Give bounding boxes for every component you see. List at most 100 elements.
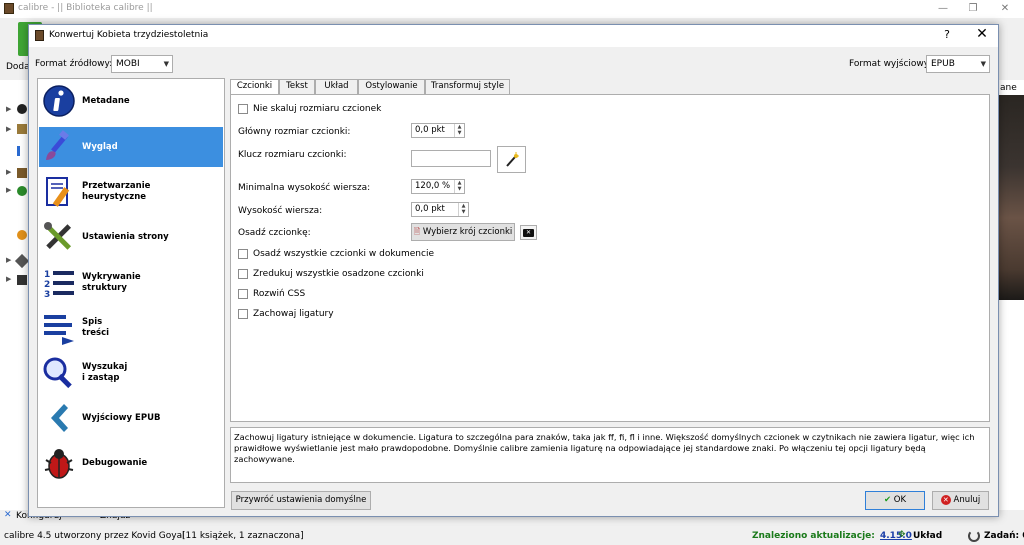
embed-all-label: Osadź wszystkie czcionki w dokumencie [253, 249, 434, 259]
checkmark-icon: ✔ [883, 495, 892, 505]
add-books-label[interactable]: Doda [6, 62, 30, 72]
help-button[interactable]: ? [939, 28, 955, 44]
font-key-wizard-button[interactable] [497, 146, 526, 173]
expand-arrow-icon[interactable]: ▶ [6, 275, 11, 283]
svg-text:2: 2 [44, 280, 50, 290]
font-file-icon: 🗎 [413, 227, 421, 236]
layout-button[interactable]: Układ [913, 531, 942, 541]
min-line-height-spinbox[interactable]: 120,0 % ▲ ▼ [411, 179, 465, 194]
font-key-input[interactable] [411, 150, 491, 167]
font-key-label: Klucz rozmiaru czcionki: [238, 150, 347, 160]
dialog-title: Konwertuj Kobieta trzydziestoletnia [49, 30, 209, 40]
series-icon [17, 124, 27, 134]
sidebar-item-search-replace[interactable]: Wyszukaj i zastąp [39, 353, 223, 393]
paintbrush-icon [46, 130, 69, 160]
configure-icon[interactable]: ✕ [4, 510, 12, 520]
tab-text[interactable]: Tekst [279, 79, 315, 94]
output-format-label: Format wyjściowy: [849, 59, 932, 69]
sidebar-item-label: Wyszukaj [82, 362, 128, 372]
magnifier-icon [43, 357, 72, 389]
tab-fonts[interactable]: Czcionki [230, 79, 279, 95]
expand-arrow-icon[interactable]: ▶ [6, 168, 11, 176]
restore-defaults-button[interactable]: Przywróć ustawienia domyślne [231, 491, 371, 510]
document-edit-icon [46, 177, 70, 207]
backspace-clear-icon: ✕ [523, 229, 534, 237]
min-line-height-label: Minimalna wysokość wiersza: [238, 183, 371, 193]
source-format-select[interactable]: MOBI ▼ [111, 55, 173, 73]
output-format-select[interactable]: EPUB ▼ [926, 55, 990, 73]
bug-icon [44, 449, 74, 479]
base-size-label: Główny rozmiar czcionki: [238, 127, 351, 137]
sidebar-item-toc[interactable]: Spis treści [39, 308, 223, 348]
line-height-label: Wysokość wiersza: [238, 206, 323, 216]
numbered-list-icon: 123 [44, 270, 74, 300]
rating-icon [17, 186, 27, 196]
expand-arrow-icon[interactable]: ▶ [6, 125, 11, 133]
embed-all-checkbox[interactable] [238, 249, 248, 259]
ok-button[interactable]: ✔ OK [865, 491, 925, 510]
toc-list-icon [44, 315, 74, 345]
book-cover-image[interactable] [998, 95, 1024, 300]
chevron-down-icon: ▼ [980, 60, 986, 68]
sidebar-item-label: Metadane [82, 96, 130, 106]
no-scale-checkbox[interactable] [238, 104, 248, 114]
sidebar-item-label: Wykrywanie [82, 272, 141, 282]
main-window-titlebar: calibre - || Biblioteka calibre || — ❐ ✕ [0, 0, 1024, 18]
cancel-button[interactable]: ✕ Anuluj [932, 491, 989, 510]
spin-arrows-icon[interactable]: ▲ ▼ [454, 124, 464, 137]
publisher-icon [17, 168, 27, 178]
sidebar-item-epub-output[interactable]: Wyjściowy EPUB [39, 398, 223, 438]
authors-icon [17, 104, 27, 114]
update-found-label: Znaleziono aktualizacje: [752, 531, 875, 541]
calibre-app-icon [4, 3, 14, 14]
expand-arrow-icon[interactable]: ▶ [6, 105, 11, 113]
sidebar-item-heuristics[interactable]: Przetwarzanie heurystyczne [39, 172, 223, 212]
tab-styling[interactable]: Ostylowanie [358, 79, 425, 94]
layout-icon[interactable]: ✥ [898, 530, 906, 540]
minimize-icon[interactable]: — [928, 1, 958, 16]
jobs-count[interactable]: Zadań: 0 [984, 531, 1024, 541]
sidebar-item-label: struktury [82, 283, 127, 293]
line-height-value: 0,0 pkt [415, 204, 445, 214]
output-format-value: EPUB [931, 59, 955, 69]
sidebar-item-label: Wyjściowy EPUB [82, 413, 161, 423]
spin-arrows-icon[interactable]: ▲ ▼ [454, 180, 464, 193]
source-format-label: Format źródłowy: [35, 59, 113, 69]
keep-ligatures-label: Zachowaj ligatury [253, 309, 334, 319]
sidebar-item-label: Wygląd [82, 142, 118, 152]
sidebar-item-metadata[interactable]: Metadane [39, 81, 223, 121]
subset-all-checkbox[interactable] [238, 269, 248, 279]
restore-icon[interactable]: ❐ [958, 1, 988, 16]
sidebar-item-label: Przetwarzanie [82, 181, 151, 191]
embed-font-label: Osadź czcionkę: [238, 228, 311, 238]
sidebar-item-debug[interactable]: Debugowanie [39, 443, 223, 483]
close-icon[interactable]: ✕ [990, 1, 1020, 16]
svg-text:3: 3 [44, 290, 50, 300]
identifiers-icon [17, 275, 27, 285]
spin-arrows-icon[interactable]: ▲ ▼ [458, 203, 468, 216]
sidebar-item-label: Spis [82, 317, 103, 327]
fonts-tab-panel: Nie skaluj rozmiaru czcionek Główny rozm… [230, 94, 990, 422]
expand-arrow-icon[interactable]: ▶ [6, 256, 11, 264]
base-size-spinbox[interactable]: 0,0 pkt ▲ ▼ [411, 123, 465, 138]
clear-font-button[interactable]: ✕ [520, 225, 537, 240]
book-details-label: ane [1000, 83, 1017, 93]
dialog-close-button[interactable]: ✕ [973, 26, 991, 44]
status-version-text: calibre 4.5 utworzony przez Kovid Goyal [4, 531, 185, 541]
tag-browser-panel: ▶ ▶ ▶ ▶ ▶ ▶ [0, 80, 30, 510]
expand-css-checkbox[interactable] [238, 289, 248, 299]
sidebar-item-label: treści [82, 328, 110, 338]
sidebar-item-structure[interactable]: 123 Wykrywanie struktury [39, 263, 223, 303]
choose-font-button[interactable]: 🗎 Wybierz krój czcionki [411, 223, 515, 241]
sidebar-item-page-setup[interactable]: Ustawienia strony [39, 217, 223, 257]
jobs-spinner-icon[interactable] [968, 530, 980, 542]
keep-ligatures-checkbox[interactable] [238, 309, 248, 319]
sidebar-item-look[interactable]: Wygląd [39, 127, 223, 167]
tab-layout[interactable]: Układ [315, 79, 358, 94]
tab-transform-styles[interactable]: Transformuj style [425, 79, 510, 94]
line-height-spinbox[interactable]: 0,0 pkt ▲ ▼ [411, 202, 469, 217]
update-version-link[interactable]: 4.15.0 [880, 531, 912, 541]
expand-arrow-icon[interactable]: ▶ [6, 186, 11, 194]
settings-sidebar: Metadane Wygląd Przetwarzanie heurystycz… [37, 78, 225, 508]
cancel-icon: ✕ [940, 495, 951, 505]
